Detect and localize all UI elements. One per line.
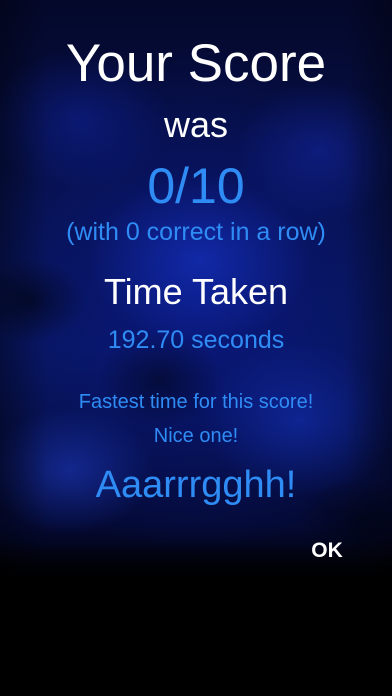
exclamation-text: Aaarrrgghh!	[95, 464, 297, 506]
streak-text: (with 0 correct in a row)	[66, 218, 326, 246]
score-subtitle: was	[163, 104, 229, 145]
score-title: Your Score	[65, 34, 327, 93]
message-line-1: Fastest time for this score!	[78, 391, 314, 413]
ok-button[interactable]: OK	[296, 533, 358, 569]
message-line-2: Nice one!	[153, 425, 239, 447]
time-heading: Time Taken	[103, 271, 289, 312]
time-value: 192.70 seconds	[107, 326, 285, 354]
results-screen: Your Score was 0/10 (with 0 correct in a…	[0, 0, 392, 696]
score-value: 0/10	[147, 158, 245, 214]
